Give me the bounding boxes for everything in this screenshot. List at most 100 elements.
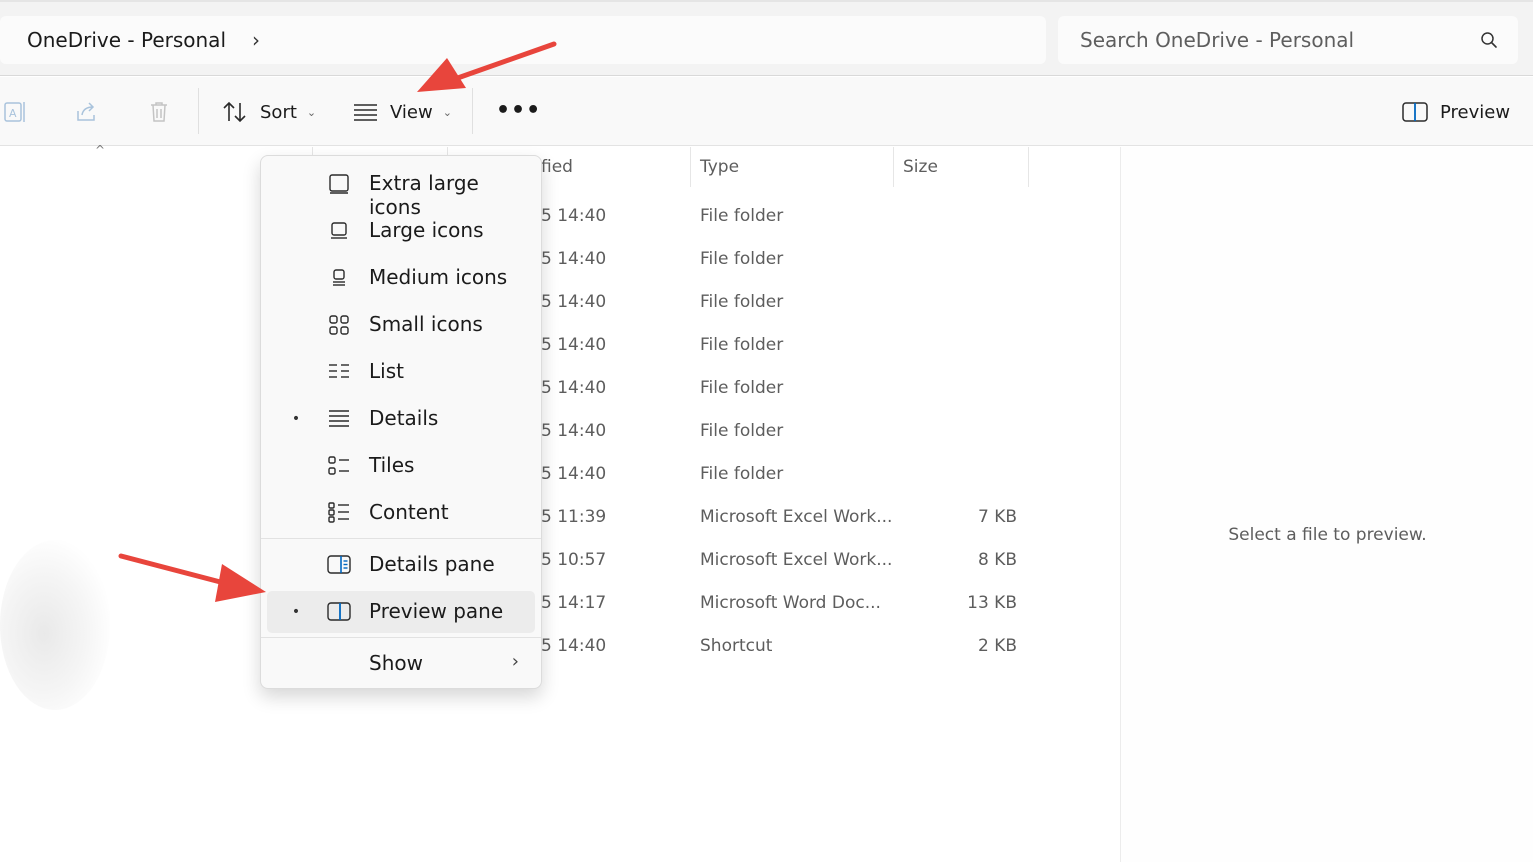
cell-date-modified: 5 14:40 — [541, 335, 607, 355]
table-row[interactable]: 5 14:40 File folder — [0, 453, 1118, 496]
cell-size: 2 KB — [977, 636, 1017, 656]
column-header-date-modified[interactable]: fied — [541, 147, 573, 187]
cell-type: File folder — [700, 421, 784, 441]
cell-date-modified: 5 14:40 — [541, 421, 607, 441]
search-icon[interactable] — [1480, 31, 1498, 49]
selected-bullet-icon: • — [291, 411, 301, 427]
svg-text:A: A — [9, 107, 17, 120]
menu-item-content[interactable]: Content — [267, 492, 535, 534]
toolbar-separator — [198, 88, 199, 134]
address-bar-region: OneDrive - Personal › Search OneDrive - … — [0, 0, 1533, 76]
view-button[interactable]: View ⌄ — [353, 92, 452, 132]
menu-item-list[interactable]: List — [267, 351, 535, 393]
selected-bullet-icon: • — [291, 604, 301, 620]
cell-date-modified: 5 14:17 — [541, 593, 607, 613]
cell-type: Microsoft Excel Work... — [700, 507, 893, 527]
column-divider[interactable] — [690, 147, 691, 187]
menu-item-show[interactable]: Show › — [267, 643, 535, 685]
cell-size: 8 KB — [977, 550, 1017, 570]
table-row[interactable]: 5 14:40 File folder — [0, 238, 1118, 281]
preview-pane-icon — [327, 602, 351, 621]
menu-item-preview-pane[interactable]: • Preview pane — [267, 591, 535, 633]
toolbar-separator — [472, 88, 473, 134]
table-row[interactable]: 5 14:40 File folder — [0, 410, 1118, 453]
column-divider[interactable] — [1028, 147, 1029, 187]
menu-item-label: Details pane — [369, 552, 495, 576]
cell-type: File folder — [700, 378, 784, 398]
chevron-down-icon: ⌄ — [442, 105, 452, 119]
large-icons-icon — [331, 222, 347, 239]
sort-ascending-icon: ^ — [95, 143, 106, 157]
preview-toggle-button[interactable]: Preview — [1402, 92, 1510, 132]
cell-date-modified: 5 14:40 — [541, 636, 607, 656]
breadcrumb-chevron-icon[interactable]: › — [252, 28, 260, 52]
menu-item-label: Content — [369, 500, 449, 524]
address-bar[interactable]: OneDrive - Personal › — [0, 16, 1046, 64]
table-row[interactable]: 5 14:40 Shortcut 2 KB — [0, 625, 1118, 668]
cell-date-modified: 5 14:40 — [541, 464, 607, 484]
details-pane-icon — [327, 555, 351, 574]
menu-item-tiles[interactable]: Tiles — [267, 445, 535, 487]
menu-item-label: List — [369, 359, 404, 383]
search-input[interactable]: Search OneDrive - Personal — [1080, 28, 1354, 52]
column-header-size[interactable]: Size — [903, 147, 938, 187]
cell-type: Shortcut — [700, 636, 773, 656]
details-icon — [329, 410, 349, 427]
cell-type: File folder — [700, 335, 784, 355]
table-row[interactable]: 5 14:40 File folder — [0, 367, 1118, 410]
small-icons-icon — [329, 315, 349, 335]
content-icon — [328, 502, 349, 523]
rename-icon[interactable]: A — [2, 99, 28, 125]
list-icon — [329, 364, 349, 378]
tiles-icon — [328, 456, 349, 475]
menu-item-label: Large icons — [369, 218, 484, 242]
cell-type: File folder — [700, 249, 784, 269]
cell-date-modified: 5 14:40 — [541, 249, 607, 269]
blurred-region — [0, 540, 110, 710]
preview-pane: Select a file to preview. — [1120, 147, 1533, 862]
cell-type: File folder — [700, 206, 784, 226]
more-icon[interactable]: ••• — [496, 98, 541, 123]
menu-item-label: Tiles — [369, 453, 415, 477]
table-row[interactable]: 5 14:17 Microsoft Word Doc... 13 KB — [0, 582, 1118, 625]
cell-date-modified: 5 11:39 — [541, 507, 607, 527]
table-row[interactable]: 5 14:40 File folder — [0, 324, 1118, 367]
breadcrumb-location[interactable]: OneDrive - Personal — [27, 28, 226, 52]
sort-label: Sort — [260, 101, 297, 123]
sort-button[interactable]: Sort ⌄ — [222, 92, 316, 132]
share-icon[interactable] — [74, 99, 100, 125]
menu-item-small-icons[interactable]: Small icons — [267, 304, 535, 346]
table-row[interactable]: 5 14:40 File folder — [0, 281, 1118, 324]
delete-icon[interactable] — [146, 99, 172, 125]
view-menu: Extra large icons Large icons Medium icons… — [260, 155, 542, 689]
extra-large-icons-icon — [329, 174, 349, 194]
menu-separator — [261, 538, 541, 539]
view-label: View — [390, 101, 433, 123]
cell-type: Microsoft Excel Work... — [700, 550, 893, 570]
menu-item-medium-icons[interactable]: Medium icons — [267, 257, 535, 299]
cell-size: 13 KB — [967, 593, 1017, 613]
cell-date-modified: 5 10:57 — [541, 550, 607, 570]
table-row[interactable]: 5 10:57 Microsoft Excel Work... 8 KB — [0, 539, 1118, 582]
table-row[interactable]: 5 14:40 File folder — [0, 195, 1118, 238]
menu-item-label: Preview pane — [369, 599, 504, 623]
preview-message: Select a file to preview. — [1228, 525, 1427, 545]
column-header-type[interactable]: Type — [700, 147, 739, 187]
menu-item-details-pane[interactable]: Details pane — [267, 544, 535, 586]
preview-pane-icon — [1402, 102, 1428, 122]
column-divider[interactable] — [893, 147, 894, 187]
preview-label: Preview — [1440, 101, 1511, 123]
menu-item-label: Details — [369, 406, 439, 430]
table-row[interactable]: 5 11:39 Microsoft Excel Work... 7 KB — [0, 496, 1118, 539]
menu-item-label: Small icons — [369, 312, 483, 336]
cell-type: File folder — [700, 292, 784, 312]
cell-type: File folder — [700, 464, 784, 484]
chevron-down-icon: ⌄ — [306, 105, 317, 119]
cell-type: Microsoft Word Doc... — [700, 593, 881, 613]
medium-icons-icon — [333, 269, 345, 286]
menu-item-extra-large-icons[interactable]: Extra large icons — [267, 163, 535, 219]
cell-date-modified: 5 14:40 — [541, 206, 607, 226]
menu-item-large-icons[interactable]: Large icons — [267, 210, 535, 252]
menu-item-details[interactable]: • Details — [267, 398, 535, 440]
search-box[interactable]: Search OneDrive - Personal — [1058, 16, 1518, 64]
